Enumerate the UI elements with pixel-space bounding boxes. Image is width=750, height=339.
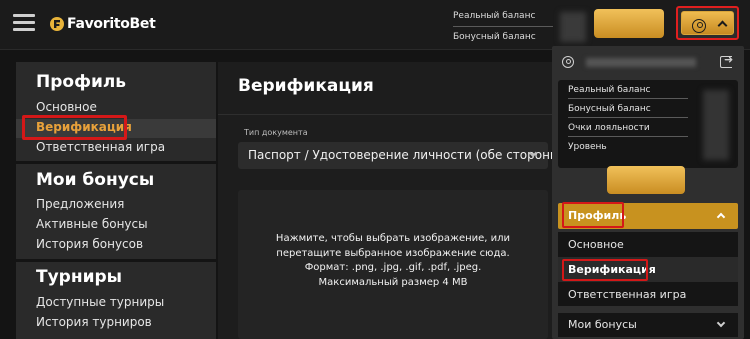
sidebar-item-available-tournaments[interactable]: Доступные турниры: [36, 295, 164, 309]
verification-highlight-box: [562, 259, 648, 281]
dropdown-profile-header[interactable]: Профиль: [558, 202, 738, 229]
doc-type-value: Паспорт / Удостоверение личности (обе ст…: [248, 148, 565, 162]
upload-instructions: Нажмите, чтобы выбрать изображение, или …: [238, 232, 548, 290]
upload-line: Максимальный размер 4 MB: [318, 276, 468, 288]
real-balance-label: Реальный баланс: [453, 11, 536, 21]
sidebar-item-bonus-history[interactable]: История бонусов: [36, 237, 143, 251]
logo-text: FavoritoBet: [67, 16, 156, 32]
balance-divider: [453, 26, 553, 27]
verification-highlight-box: [22, 115, 127, 140]
sidebar-divider: [16, 259, 216, 262]
upload-dropzone[interactable]: Нажмите, чтобы выбрать изображение, или …: [238, 190, 548, 339]
balance-values-blurred: [703, 90, 729, 160]
profile-highlight-box: [562, 202, 624, 228]
deposit-button[interactable]: [594, 9, 664, 38]
username-blurred: [586, 58, 696, 67]
upload-line: Формат: .png, .jpg, .gif, .pdf, .jpeg.: [304, 262, 482, 273]
chevron-up-icon: [717, 20, 728, 31]
dropdown-item-responsible-gaming[interactable]: Ответственная игра: [568, 288, 686, 301]
dropdown-loyalty-points: Очки лояльности: [568, 123, 650, 133]
menu-icon[interactable]: [13, 14, 35, 32]
sidebar-item-general[interactable]: Основное: [36, 100, 97, 114]
dropdown-balance-box: Реальный баланс Бонусный баланс Очки лоя…: [558, 80, 738, 168]
sidebar-item-active-bonuses[interactable]: Активные бонусы: [36, 217, 148, 231]
chevron-up-icon: [716, 212, 726, 222]
sidebar-item-responsible-gaming[interactable]: Ответственная игра: [36, 140, 165, 154]
user-icon: [692, 19, 706, 33]
sidebar-divider: [16, 161, 216, 164]
verification-panel: Верификация Тип документа Паспорт / Удос…: [218, 62, 564, 339]
logo[interactable]: FavoritoBet: [50, 14, 156, 34]
chevron-down-icon: [716, 318, 726, 328]
dropdown-bonus-balance: Бонусный баланс: [568, 104, 651, 114]
user-icon: [562, 56, 574, 68]
upload-line: Нажмите, чтобы выбрать изображение, или: [275, 233, 511, 244]
balance-values-blurred: [560, 12, 586, 42]
doc-type-label: Тип документа: [244, 128, 308, 137]
sidebar-section-profile: Профиль: [36, 72, 127, 92]
title-divider: [218, 114, 553, 115]
balance-divider: [568, 98, 688, 99]
dropdown-level: Уровень: [568, 142, 607, 152]
doc-type-select[interactable]: Паспорт / Удостоверение личности (обе ст…: [238, 142, 564, 169]
balance-divider: [568, 117, 688, 118]
user-dropdown-menu: Реальный баланс Бонусный баланс Очки лоя…: [552, 46, 744, 339]
top-header: FavoritoBet Реальный баланс Бонусный бал…: [0, 0, 750, 50]
balance-divider: [568, 136, 688, 137]
dropdown-bonuses-label: Мои бонусы: [568, 318, 637, 331]
sidebar-section-tournaments: Турниры: [36, 267, 123, 287]
bonus-balance-label: Бонусный баланс: [453, 32, 536, 42]
sidebar-section-bonuses: Мои бонусы: [36, 170, 155, 190]
sidebar-item-offers[interactable]: Предложения: [36, 197, 124, 211]
logo-icon: [50, 17, 64, 31]
upload-line: перетащите выбранное изображение сюда.: [276, 247, 510, 259]
user-menu-button[interactable]: [676, 6, 739, 40]
dropdown-profile-submenu: Основное Верификация Ответственная игра: [558, 232, 738, 306]
page-title: Верификация: [238, 76, 374, 96]
dropdown-bonuses-header[interactable]: Мои бонусы: [558, 313, 738, 337]
dropdown-item-general[interactable]: Основное: [568, 238, 624, 251]
dropdown-deposit-button[interactable]: [607, 166, 685, 194]
balance-labels: Реальный баланс Бонусный баланс: [453, 8, 553, 45]
dropdown-user-row: [558, 52, 738, 74]
dropdown-real-balance: Реальный баланс: [568, 85, 651, 95]
sidebar-item-tournament-history[interactable]: История турниров: [36, 315, 152, 329]
logout-icon[interactable]: [720, 53, 733, 68]
profile-sidebar: Профиль Основное Верификация Ответственн…: [16, 62, 216, 339]
